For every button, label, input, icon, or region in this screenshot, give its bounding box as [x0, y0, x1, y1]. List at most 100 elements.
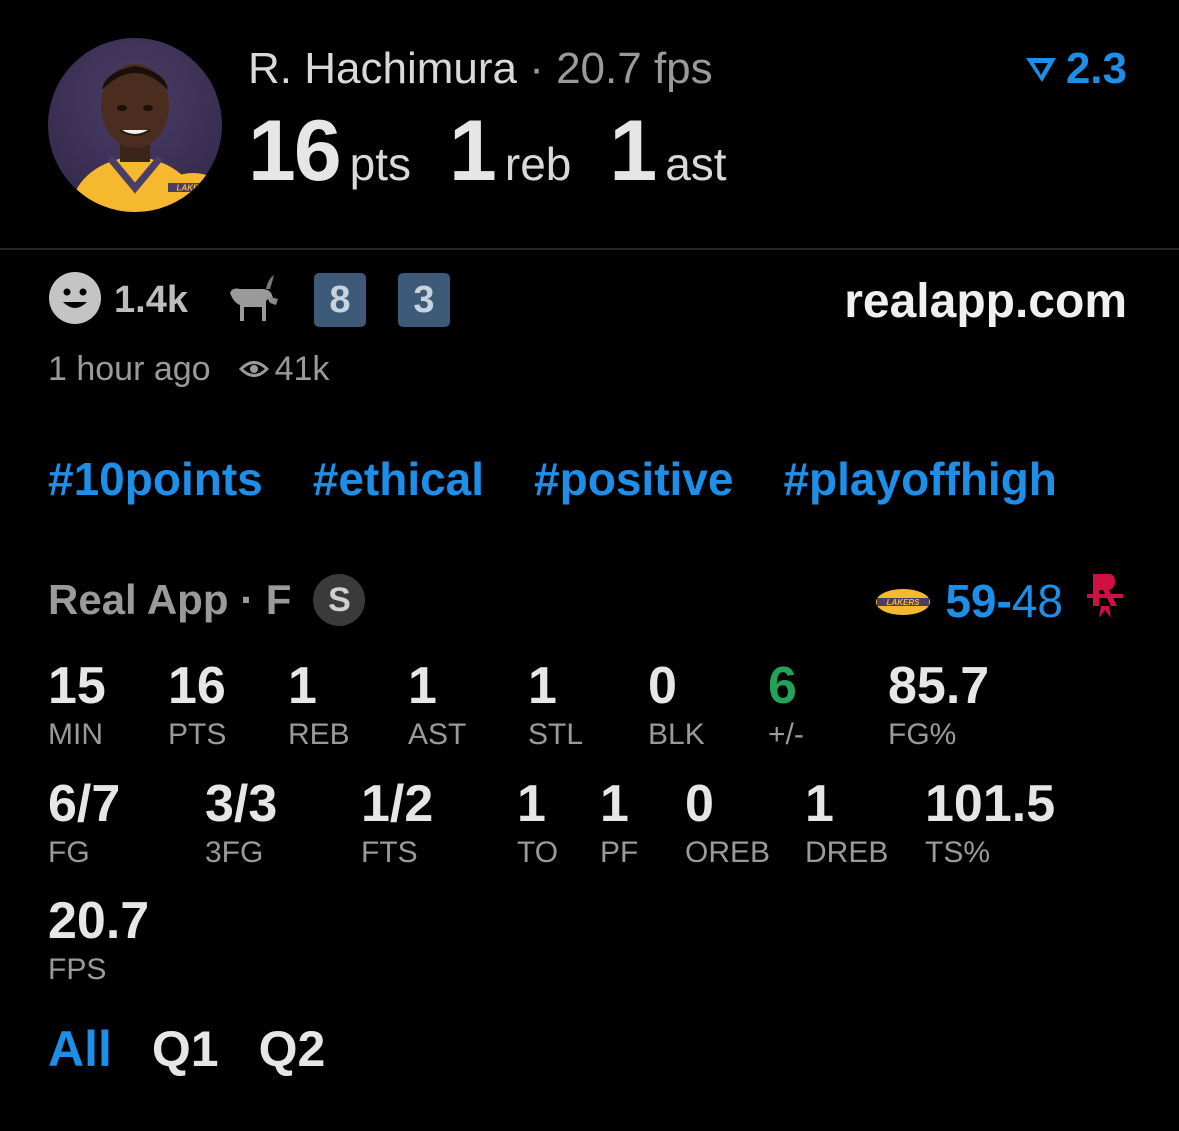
- stat-label: FTS: [361, 836, 418, 869]
- stat-fg: 6/7 FG: [48, 778, 120, 868]
- stat-to: 1 TO: [517, 778, 558, 868]
- stat-ast: 1 AST: [408, 660, 466, 750]
- rockets-team-icon: [1083, 570, 1127, 631]
- stat-ts-pct: 101.5 TS%: [925, 778, 1055, 868]
- stat-label: MIN: [48, 718, 103, 751]
- game-score[interactable]: LAKERS 59 - 48: [875, 570, 1127, 631]
- stat-label: PF: [600, 836, 639, 869]
- eye-icon: [238, 350, 269, 389]
- goat-icon[interactable]: [222, 271, 282, 330]
- hashtag-playoffhigh[interactable]: #playoffhigh: [783, 452, 1056, 506]
- badge-three[interactable]: 3: [397, 273, 450, 327]
- stat-label: FG%: [888, 718, 957, 751]
- meta-row: 1 hour ago 41k: [48, 350, 329, 389]
- player-fps: 20.7 fps: [556, 44, 713, 93]
- stat-value: 6/7: [48, 775, 121, 833]
- headline-pts-unit: pts: [349, 138, 412, 190]
- headline-reb-value: 1: [449, 103, 497, 199]
- tab-q1[interactable]: Q1: [152, 1020, 219, 1078]
- smiley-icon[interactable]: [48, 271, 102, 330]
- svg-text:LAKERS: LAKERS: [887, 598, 921, 607]
- view-count: 41k: [274, 350, 330, 388]
- score-dash: -: [996, 574, 1012, 627]
- header-divider: [0, 248, 1179, 250]
- stat-label: OREB: [685, 836, 771, 869]
- hashtags: #10points #ethical #positive #playoffhig…: [48, 452, 1057, 506]
- stat-pts: 16 PTS: [168, 660, 226, 750]
- stat-min: 15 MIN: [48, 660, 106, 750]
- quarter-tabs: All Q1 Q2: [48, 1020, 325, 1078]
- views: 41k: [238, 350, 330, 389]
- stat-value: 1: [517, 775, 546, 833]
- name-separator: ·: [516, 44, 557, 93]
- stat-fg-pct: 85.7 FG%: [888, 660, 989, 750]
- stat-value: 85.7: [888, 657, 990, 715]
- headline-ast-unit: ast: [665, 138, 727, 190]
- rating-icon: [1025, 58, 1056, 82]
- headline-ast-value: 1: [609, 103, 657, 199]
- stat-value: 1: [408, 657, 437, 715]
- lakers-logo-icon: LAKERS: [166, 172, 220, 202]
- stat-label: TO: [517, 836, 559, 869]
- hashtag-positive[interactable]: #positive: [534, 452, 733, 506]
- post-time: 1 hour ago: [48, 350, 211, 388]
- hashtag-10points[interactable]: #10points: [48, 452, 263, 506]
- player-avatar[interactable]: LAKERS: [48, 38, 222, 212]
- stat-label: TS%: [925, 836, 991, 869]
- stat-value: 15: [48, 657, 106, 715]
- away-score: 48: [1011, 574, 1063, 627]
- stat-blk: 0 BLK: [648, 660, 705, 750]
- stat-value: 20.7: [48, 892, 150, 950]
- stat-oreb: 0 OREB: [685, 778, 770, 868]
- hashtag-ethical[interactable]: #ethical: [313, 452, 484, 506]
- stat-label: STL: [528, 718, 584, 751]
- stat-value: 1: [600, 775, 629, 833]
- stat-label: 3FG: [205, 836, 264, 869]
- stat-label: FPS: [48, 953, 107, 986]
- headline-pts-value: 16: [248, 103, 342, 199]
- stat-dreb: 1 DREB: [805, 778, 888, 868]
- stat-label: FG: [48, 836, 90, 869]
- stat-3fg: 3/3 3FG: [205, 778, 277, 868]
- stat-pf: 1 PF: [600, 778, 638, 868]
- badge-eight[interactable]: 8: [313, 273, 366, 327]
- stat-fts: 1/2 FTS: [361, 778, 433, 868]
- stat-value: 1/2: [361, 775, 434, 833]
- home-score: 59: [945, 574, 997, 627]
- stat-value: 3/3: [205, 775, 278, 833]
- stat-plus-minus: 6 +/-: [768, 660, 804, 750]
- stat-label: PTS: [168, 718, 227, 751]
- tab-q2[interactable]: Q2: [259, 1020, 326, 1078]
- reactions-row: 1.4k 8 3: [48, 271, 450, 330]
- stat-value: 1: [805, 775, 834, 833]
- status-badge[interactable]: S: [313, 574, 366, 626]
- player-name[interactable]: R. Hachimura: [248, 44, 517, 93]
- rating-value: 2.3: [1065, 44, 1127, 93]
- lakers-team-icon: LAKERS: [875, 574, 931, 628]
- stat-value: 0: [685, 775, 714, 833]
- stat-label: +/-: [768, 718, 804, 751]
- reaction-count: 1.4k: [114, 278, 188, 321]
- stat-value: 16: [168, 657, 226, 715]
- headline-reb-unit: reb: [504, 138, 572, 190]
- stat-label: DREB: [805, 836, 889, 869]
- player-name-line: R. Hachimura · 20.7 fps: [248, 44, 713, 94]
- game-source: Real App · F S: [48, 574, 366, 626]
- svg-text:LAKERS: LAKERS: [177, 184, 211, 193]
- headline-statline: 16 pts 1 reb 1 ast: [248, 102, 765, 201]
- tab-all[interactable]: All: [48, 1020, 112, 1078]
- stat-value: 6: [768, 657, 797, 715]
- stat-value: 1: [528, 657, 557, 715]
- stat-value: 0: [648, 657, 677, 715]
- stat-fps: 20.7 FPS: [48, 895, 149, 985]
- stat-stl: 1 STL: [528, 660, 583, 750]
- stat-reb: 1 REB: [288, 660, 350, 750]
- stat-label: REB: [288, 718, 350, 751]
- site-link[interactable]: realapp.com: [844, 274, 1127, 329]
- stat-value: 101.5: [925, 775, 1056, 833]
- stat-label: BLK: [648, 718, 705, 751]
- stat-value: 1: [288, 657, 317, 715]
- player-rating[interactable]: 2.3: [1024, 44, 1127, 94]
- stat-label: AST: [408, 718, 467, 751]
- source-label: Real App · F: [48, 576, 292, 623]
